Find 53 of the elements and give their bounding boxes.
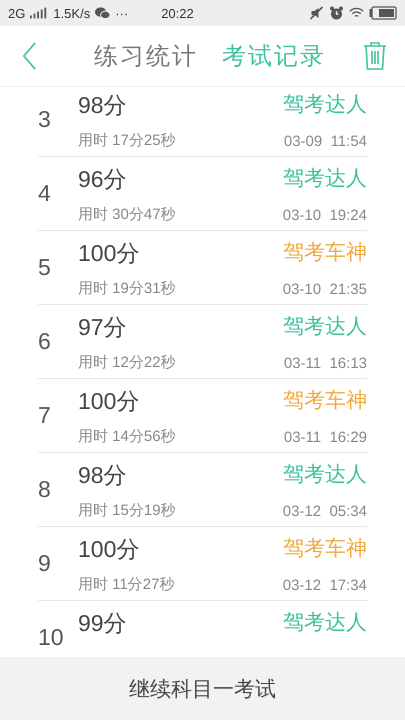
date-time: 03-09 11:54 — [284, 132, 367, 150]
network-speed: 1.5K/s — [53, 6, 90, 20]
rank-title: 驾考达人 — [283, 90, 367, 118]
date-time: 03-10 21:35 — [282, 280, 367, 298]
chat-icon — [95, 6, 110, 20]
score: 100分 — [78, 238, 140, 268]
back-icon[interactable] — [22, 42, 37, 70]
mute-icon — [309, 6, 324, 20]
rank-title: 驾考达人 — [283, 312, 367, 340]
trash-icon[interactable] — [363, 42, 387, 70]
battery-icon — [369, 6, 397, 20]
rank-title: 驾考车神 — [283, 534, 367, 562]
duration: 用时 17分25秒 — [78, 130, 177, 150]
network-type: 2G — [8, 6, 26, 20]
date-time: 03-11 16:13 — [284, 354, 367, 372]
record-number: 3 — [38, 106, 52, 133]
record-number: 9 — [38, 550, 52, 577]
score: 99分 — [78, 608, 128, 638]
date-time: 03-11 16:29 — [284, 428, 367, 446]
duration: 用时 19分31秒 — [78, 278, 177, 298]
wifi-icon — [349, 6, 364, 20]
duration: 用时 30分47秒 — [78, 204, 177, 224]
rank-title: 驾考达人 — [283, 608, 367, 636]
rank-title: 驾考达人 — [283, 164, 367, 192]
rank-title: 驾考车神 — [283, 386, 367, 414]
score: 98分 — [78, 460, 128, 490]
record-number: 4 — [38, 180, 52, 207]
record-number: 6 — [38, 328, 52, 355]
record-number: 8 — [38, 476, 52, 503]
score: 97分 — [78, 312, 128, 342]
score: 100分 — [78, 534, 140, 564]
rank-title: 驾考车神 — [283, 238, 367, 266]
record-number: 10 — [38, 624, 65, 651]
alarm-icon — [329, 6, 344, 20]
score: 98分 — [78, 90, 128, 120]
score: 96分 — [78, 164, 128, 194]
score: 100分 — [78, 386, 140, 416]
signal-icon — [30, 7, 48, 19]
tab[interactable]: 考试记录 — [222, 40, 326, 72]
duration: 用时 14分56秒 — [78, 426, 177, 446]
record-number: 5 — [38, 254, 52, 281]
date-time: 03-10 19:24 — [282, 206, 367, 224]
duration: 用时 15分19秒 — [78, 500, 177, 520]
date-time: 03-12 17:34 — [282, 576, 367, 594]
record-number: 7 — [38, 402, 52, 429]
tab[interactable]: 练习统计 — [94, 40, 198, 72]
rank-title: 驾考达人 — [283, 460, 367, 488]
duration: 用时 11分27秒 — [78, 574, 176, 594]
more-notifications: ··· — [115, 6, 128, 20]
duration: 用时 12分22秒 — [78, 352, 177, 372]
clock: 20:22 — [161, 6, 194, 20]
continue-exam-button[interactable]: 继续科目一考试 — [0, 657, 405, 720]
date-time: 03-12 05:34 — [282, 502, 367, 520]
